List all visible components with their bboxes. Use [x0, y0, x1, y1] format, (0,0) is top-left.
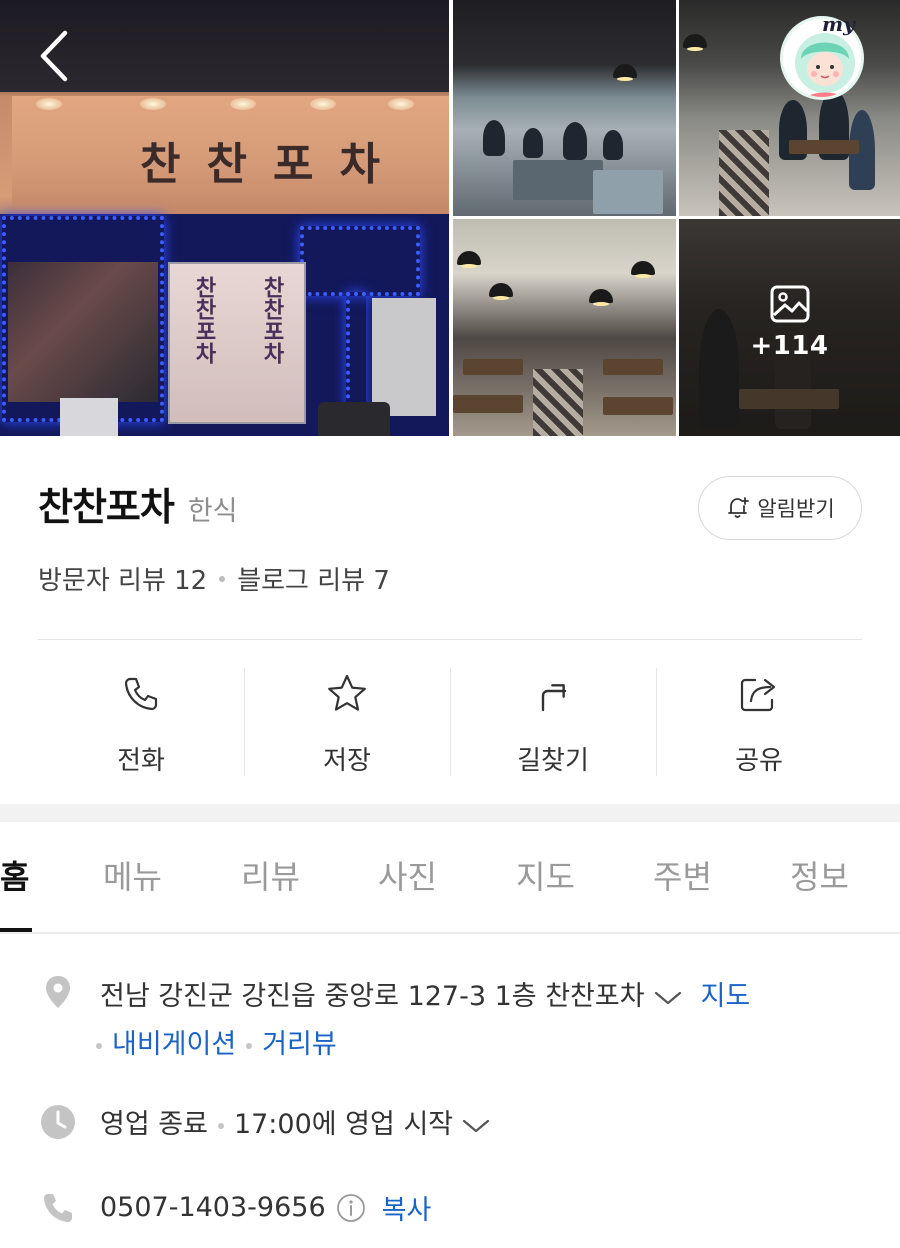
photo-cart	[593, 170, 663, 214]
hours-row[interactable]: 영업 종료 17:00에 영업 시작	[0, 1100, 900, 1160]
more-photos-button[interactable]: +114	[679, 219, 900, 436]
interior-photo-3[interactable]	[453, 219, 676, 436]
share-icon	[737, 672, 781, 716]
separator-dot	[219, 575, 226, 582]
directions-label: 길찾기	[517, 746, 589, 776]
call-button[interactable]: 전화	[38, 660, 244, 780]
back-button[interactable]	[26, 24, 82, 88]
tab-info[interactable]: 정보	[790, 852, 849, 898]
navigation-link[interactable]: 내비게이션	[112, 1029, 236, 1060]
place-title-row: 찬찬포차 한식	[38, 476, 238, 531]
directions-button[interactable]: 길찾기	[450, 660, 656, 780]
save-label: 저장	[323, 746, 371, 776]
tab-reviews[interactable]: 리뷰	[241, 852, 300, 898]
active-tab-indicator	[0, 928, 32, 932]
tab-bar: 홈 메뉴 리뷰 사진 지도 주변 정보	[0, 822, 900, 934]
photo-table	[789, 140, 859, 154]
phone-row: 0507-1403-9656 복사	[0, 1186, 900, 1236]
photo-ac-unit	[372, 298, 436, 416]
map-link[interactable]: 지도	[701, 981, 751, 1012]
save-button[interactable]: 저장	[244, 660, 450, 780]
phone-number[interactable]: 0507-1403-9656	[100, 1192, 326, 1223]
divider	[38, 639, 862, 640]
photo-light	[310, 98, 336, 110]
tab-home[interactable]: 홈	[0, 852, 29, 898]
directions-icon	[531, 672, 575, 716]
photo-ac-unit	[60, 398, 118, 436]
separator-dot	[96, 1042, 102, 1049]
place-category: 한식	[187, 496, 238, 527]
share-button[interactable]: 공유	[656, 660, 862, 780]
separator-dot	[217, 1122, 224, 1129]
chevron-left-icon	[40, 30, 68, 82]
section-gap	[0, 804, 900, 822]
photo-floor	[533, 369, 583, 436]
photo-table	[603, 397, 673, 415]
call-label: 전화	[117, 746, 165, 776]
photo-floor	[719, 130, 769, 216]
tab-menu[interactable]: 메뉴	[103, 852, 162, 898]
notify-label: 알림받기	[757, 497, 835, 521]
photo-person	[603, 130, 623, 160]
photo-table	[463, 359, 523, 375]
photo-gallery: 찬찬포차 찬찬포차 찬찬포차 +114 my	[0, 0, 900, 436]
notify-button[interactable]: 알림받기	[698, 476, 862, 540]
photo-table	[603, 359, 663, 375]
tab-photos[interactable]: 사진	[378, 852, 437, 898]
photo-door-text: 찬찬포차	[191, 276, 217, 364]
clock-icon	[40, 1104, 76, 1140]
photo-person	[563, 122, 587, 160]
photo-light	[140, 98, 166, 110]
phone-line: 0507-1403-9656 복사	[100, 1188, 431, 1227]
info-icon[interactable]	[336, 1193, 366, 1223]
review-summary: 방문자 리뷰 12 블로그 리뷰 7	[38, 560, 390, 597]
photo-lamp	[683, 34, 707, 51]
photo-light	[230, 98, 256, 110]
photo-table	[453, 395, 523, 413]
blog-reviews-link[interactable]: 블로그 리뷰 7	[237, 560, 390, 597]
photo-light	[36, 98, 62, 110]
star-icon	[325, 672, 369, 716]
share-label: 공유	[735, 746, 783, 776]
address-text: 전남 강진군 강진읍 중앙로 127-3 1층 찬찬포차	[100, 981, 645, 1012]
hours-status: 영업 종료	[100, 1109, 208, 1140]
photo-lamp	[613, 64, 637, 81]
address-line: 전남 강진군 강진읍 중앙로 127-3 1층 찬찬포차 지도	[100, 974, 750, 1013]
address-row: 전남 강진군 강진읍 중앙로 127-3 1층 찬찬포차 지도 내비게이션 거리뷰	[0, 960, 900, 1070]
my-badge: my	[822, 12, 855, 36]
hours-line: 영업 종료 17:00에 영업 시작	[100, 1102, 491, 1141]
photo-lamp	[631, 261, 655, 278]
photo-door-text: 찬찬포차	[259, 276, 285, 364]
hours-next: 17:00에 영업 시작	[233, 1109, 454, 1140]
photo-person	[523, 128, 543, 158]
photo-bin	[318, 402, 390, 436]
image-icon	[770, 285, 809, 322]
tab-map[interactable]: 지도	[516, 852, 575, 898]
phone-icon	[119, 672, 163, 716]
tab-nearby[interactable]: 주변	[653, 852, 712, 898]
photo-lamp	[589, 289, 613, 306]
location-pin-icon	[40, 974, 76, 1010]
visitor-reviews-link[interactable]: 방문자 리뷰 12	[38, 560, 207, 597]
place-name: 찬찬포차	[38, 485, 175, 529]
chevron-down-icon[interactable]	[653, 989, 683, 1007]
photo-led-strip	[300, 226, 420, 296]
chevron-down-icon[interactable]	[461, 1117, 491, 1135]
bell-plus-icon	[728, 497, 750, 518]
photo-lamp	[489, 283, 513, 300]
interior-photo-1[interactable]	[453, 0, 676, 216]
phone-filled-icon	[40, 1190, 76, 1226]
photo-cart	[513, 160, 603, 200]
streetview-link[interactable]: 거리뷰	[262, 1029, 337, 1060]
photo-light	[388, 98, 414, 110]
address-links: 내비게이션 거리뷰	[96, 1022, 337, 1061]
photo-sign-text: 찬찬포차	[140, 139, 406, 190]
photo-led-strip	[2, 216, 164, 422]
more-photos-count: +114	[750, 330, 829, 361]
separator-dot	[246, 1042, 253, 1049]
action-bar: 전화 저장 길찾기 공유	[38, 660, 862, 780]
photo-lamp	[457, 251, 481, 268]
copy-phone-button[interactable]: 복사	[382, 1188, 432, 1227]
photo-person	[483, 120, 505, 156]
